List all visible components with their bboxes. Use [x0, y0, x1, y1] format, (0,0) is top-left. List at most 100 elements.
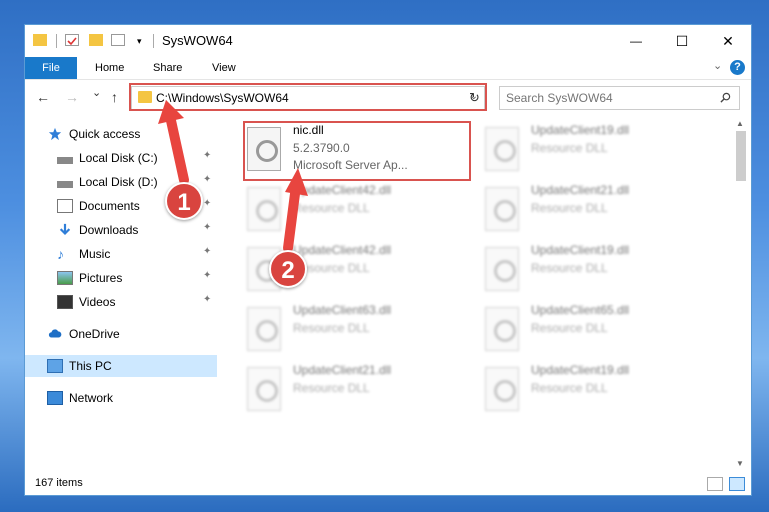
sidebar-item-label: Local Disk (D:) [79, 175, 158, 189]
help-icon[interactable]: ? [730, 60, 745, 75]
large-icons-view-button[interactable] [729, 477, 745, 491]
sidebar-item-network[interactable]: Network [47, 387, 113, 409]
pin-icon[interactable]: ✦ [203, 150, 211, 161]
dll-file-icon [485, 247, 519, 291]
sidebar-item-onedrive[interactable]: OneDrive [47, 323, 120, 345]
file-description: Resource DLL [531, 261, 608, 275]
dll-file-icon [247, 367, 281, 411]
drive-icon [57, 156, 73, 164]
tab-file[interactable]: File [25, 57, 77, 79]
pin-icon[interactable]: ✦ [203, 294, 211, 305]
sidebar-item-quick-access[interactable]: Quick access [47, 123, 140, 145]
window-title: SysWOW64 [162, 33, 233, 48]
music-icon: ♪ [57, 246, 64, 262]
sidebar-item-music[interactable]: ♪ Music [57, 243, 110, 265]
file-item[interactable]: UpdateClient65.dll Resource DLL [481, 301, 706, 357]
chevron-down-icon[interactable]: ▾ [137, 36, 151, 48]
pin-icon[interactable]: ✦ [203, 246, 211, 257]
sidebar-item-label: This PC [69, 359, 112, 373]
sidebar-item-local-disk-d[interactable]: Local Disk (D:) [57, 171, 158, 193]
divider [56, 34, 57, 48]
network-icon [47, 391, 63, 405]
computer-icon [47, 359, 63, 373]
sidebar-item-videos[interactable]: Videos [57, 291, 115, 313]
step-1-badge: 1 [165, 182, 203, 220]
documents-icon [57, 199, 73, 213]
file-description: Resource DLL [293, 321, 370, 335]
navigation-pane: Quick access Local Disk (C:) ✦ Local Dis… [25, 121, 217, 473]
dll-file-icon [485, 187, 519, 231]
vertical-scrollbar[interactable]: ▲ ▼ [733, 117, 749, 473]
sidebar-item-label: Network [69, 391, 114, 405]
sidebar-item-this-pc[interactable]: This PC [25, 355, 217, 377]
status-bar: 167 items [25, 473, 751, 495]
folder-icon [33, 34, 47, 46]
address-highlight-box [129, 83, 487, 111]
sidebar-item-pictures[interactable]: Pictures [57, 267, 122, 289]
file-name: UpdateClient19.dll [531, 363, 630, 377]
tab-home[interactable]: Home [95, 57, 124, 79]
file-item[interactable]: UpdateClient19.dll Resource DLL [481, 241, 706, 297]
file-name: UpdateClient42.dll [293, 243, 392, 257]
download-icon [59, 223, 71, 236]
dll-file-icon [247, 187, 281, 231]
sidebar-item-downloads[interactable]: Downloads [57, 219, 138, 241]
sidebar-item-label: Documents [79, 199, 140, 213]
file-highlight-box [243, 121, 471, 181]
pin-icon[interactable]: ✦ [203, 174, 211, 185]
file-item[interactable]: UpdateClient42.dll Resource DLL [243, 181, 468, 237]
search-input[interactable] [500, 87, 710, 109]
sidebar-item-label: Local Disk (C:) [79, 151, 158, 165]
scroll-down-icon[interactable]: ▼ [736, 459, 744, 468]
sidebar-item-label: Music [79, 247, 111, 261]
customize-toolbar-icon[interactable] [111, 34, 125, 46]
tab-share[interactable]: Share [153, 57, 182, 79]
scroll-thumb[interactable] [736, 131, 746, 181]
sidebar-item-label: Videos [79, 295, 116, 309]
scroll-up-icon[interactable]: ▲ [736, 119, 744, 128]
tab-view[interactable]: View [212, 57, 236, 79]
sidebar-item-label: Quick access [69, 127, 141, 141]
videos-icon [57, 295, 73, 309]
file-description: Resource DLL [531, 321, 608, 335]
close-button[interactable]: ✕ [705, 25, 751, 57]
file-explorer-window: ▾ SysWOW64 — ☐ ✕ File Home Share View ⌄ … [24, 24, 752, 496]
recent-locations-button[interactable]: ⌄ [92, 86, 101, 99]
pin-icon[interactable]: ✦ [203, 198, 211, 209]
file-description: Resource DLL [293, 201, 370, 215]
cloud-icon [48, 329, 62, 338]
search-box[interactable] [499, 86, 740, 110]
file-description: Resource DLL [531, 141, 608, 155]
minimize-button[interactable]: — [613, 25, 659, 57]
drive-icon [57, 180, 73, 188]
file-item[interactable]: UpdateClient19.dll Resource DLL [481, 361, 706, 417]
file-name: UpdateClient63.dll [293, 303, 392, 317]
forward-button[interactable]: → [65, 89, 79, 105]
file-item[interactable]: UpdateClient21.dll Resource DLL [481, 181, 706, 237]
file-name: UpdateClient65.dll [531, 303, 630, 317]
file-item[interactable]: UpdateClient19.dll Resource DLL [481, 121, 706, 177]
file-description: Resource DLL [531, 381, 608, 395]
file-description: Resource DLL [531, 201, 608, 215]
details-view-button[interactable] [707, 477, 723, 491]
maximize-button[interactable]: ☐ [659, 25, 705, 57]
ribbon-tabs: File Home Share View ⌄ ? [25, 57, 751, 79]
dll-file-icon [485, 127, 519, 171]
back-button[interactable]: ← [36, 89, 50, 105]
search-icon[interactable] [720, 92, 731, 103]
divider [153, 34, 154, 48]
sidebar-item-documents[interactable]: Documents [57, 195, 140, 217]
file-item[interactable]: UpdateClient21.dll Resource DLL [243, 361, 468, 417]
sidebar-item-label: OneDrive [69, 327, 120, 341]
new-folder-icon[interactable] [89, 34, 103, 46]
file-name: UpdateClient19.dll [531, 123, 630, 137]
pin-icon[interactable]: ✦ [203, 270, 211, 281]
file-item[interactable]: UpdateClient63.dll Resource DLL [243, 301, 468, 357]
file-name: UpdateClient21.dll [293, 363, 392, 377]
expand-ribbon-icon[interactable]: ⌄ [713, 59, 722, 72]
properties-icon[interactable] [65, 34, 79, 46]
pin-icon[interactable]: ✦ [203, 222, 211, 233]
star-icon [48, 127, 62, 141]
up-button[interactable]: ↑ [111, 89, 118, 105]
sidebar-item-local-disk-c[interactable]: Local Disk (C:) [57, 147, 158, 169]
